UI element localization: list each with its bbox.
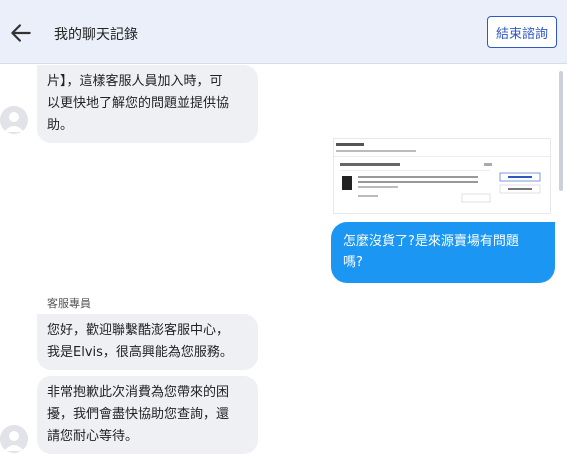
agent-message-bubble: 您好，歡迎聯繫酷澎客服中心， 我是Elvis，很高興能為您服務。 (37, 314, 258, 370)
agent-sender-name: 客服專員 (47, 297, 91, 310)
agent-message-bubble: 非常抱歉此次消費為您帶來的困 擾，我們會盡快協助您查詢，還 請您耐心等待。 (37, 376, 258, 454)
attached-screenshot-image[interactable] (333, 138, 551, 214)
page-title: 我的聊天記錄 (54, 27, 138, 43)
chat-header: 我的聊天記錄 結束諮詢 (0, 0, 567, 64)
scrollbar[interactable] (559, 71, 563, 191)
agent-avatar (0, 425, 28, 453)
agent-avatar (0, 106, 28, 134)
back-arrow-icon[interactable] (8, 20, 34, 46)
agent-message-bubble: 片】，這樣客服人員加入時，可 以更快地了解您的問題並提供協 助。 (37, 65, 258, 143)
end-consultation-button[interactable]: 結束諮詢 (487, 16, 557, 48)
chat-message-list[interactable]: 片】，這樣客服人員加入時，可 以更快地了解您的問題並提供協 助。 怎麼沒貨了?是… (0, 65, 567, 462)
user-message-bubble: 怎麼沒貨了?是來源賣場有問題 嗎? (331, 222, 555, 283)
